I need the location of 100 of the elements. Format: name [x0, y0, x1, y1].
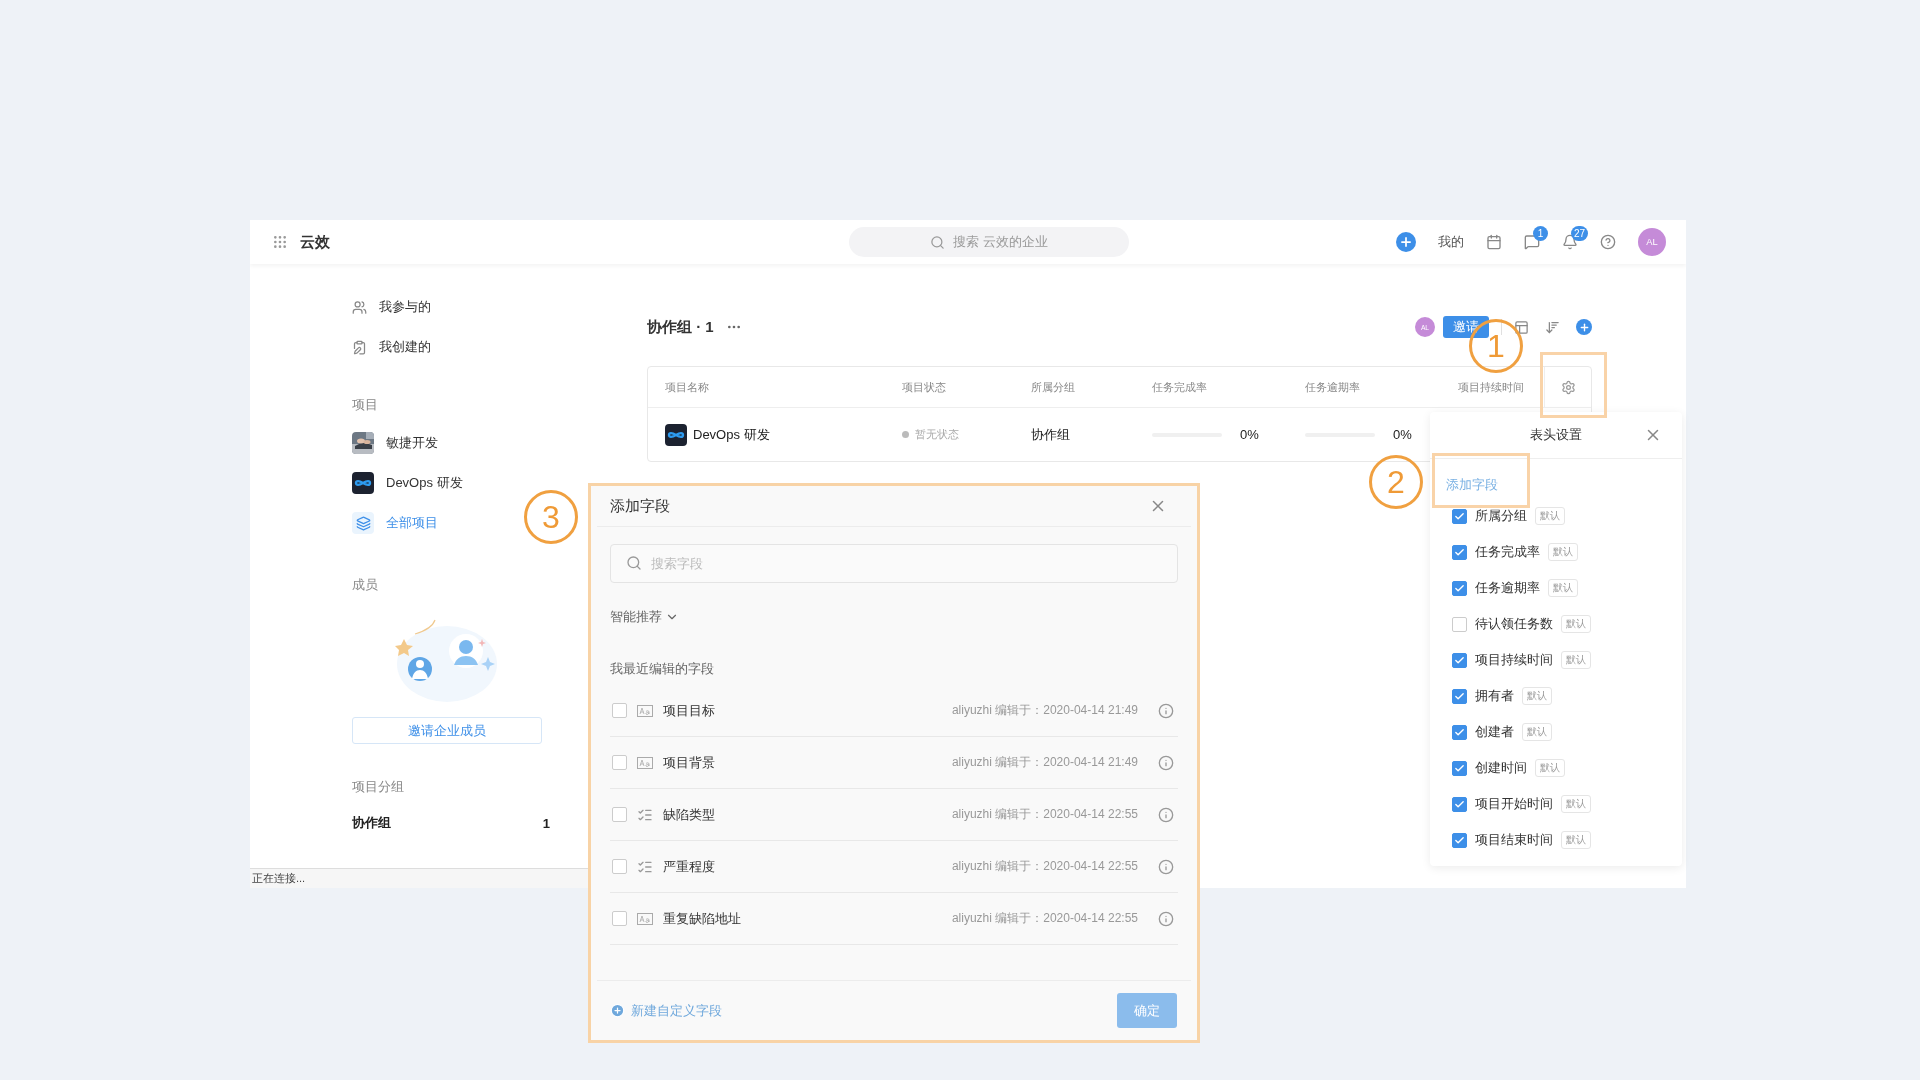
notification-badge: 1 — [1533, 226, 1548, 241]
sidebar-item[interactable]: 我参与的 — [379, 298, 431, 316]
checkbox[interactable] — [1452, 616, 1467, 632]
check-icon — [1454, 762, 1465, 774]
default-tag: 默认 — [1548, 543, 1578, 561]
info-icon[interactable] — [1158, 754, 1174, 771]
status-bar: 正在连接... — [250, 868, 590, 888]
checkbox[interactable] — [612, 911, 627, 926]
highlight-frame — [1540, 352, 1607, 418]
section-heading: 项目分组 — [352, 778, 405, 796]
project-item[interactable]: DevOps 研发 — [386, 474, 463, 492]
column-header: 任务完成率 — [1152, 379, 1208, 395]
checkbox[interactable] — [1452, 580, 1467, 596]
checkbox[interactable] — [612, 755, 627, 770]
plus-circle-icon — [610, 1003, 625, 1018]
search-field[interactable]: 搜索字段 — [610, 544, 1178, 583]
checkbox[interactable] — [1452, 652, 1467, 668]
section-heading: 项目 — [352, 396, 379, 414]
field-name: 项目目标 — [663, 701, 715, 720]
field-name: 项目背景 — [663, 753, 715, 772]
step-marker: 3 — [524, 490, 578, 544]
dialog-title: 添加字段 — [610, 496, 670, 516]
check-icon — [1454, 510, 1465, 522]
mine-link[interactable]: 我的 — [1438, 233, 1464, 251]
column-option: 项目结束时间 — [1475, 831, 1553, 849]
default-tag: 默认 — [1561, 651, 1591, 669]
table-cell-text: 协作组 — [1031, 425, 1071, 444]
default-tag: 默认 — [1535, 759, 1565, 777]
info-icon[interactable] — [1158, 858, 1174, 875]
search-icon — [930, 234, 946, 250]
default-tag: 默认 — [1561, 795, 1591, 813]
column-option: 所属分组 — [1475, 507, 1527, 525]
add-button[interactable] — [1396, 232, 1416, 252]
panel-title: 表头设置 — [1530, 426, 1582, 444]
checkbox[interactable] — [612, 703, 627, 718]
invite-members-button[interactable]: 邀请企业成员 — [352, 717, 542, 744]
column-header: 所属分组 — [1031, 379, 1076, 395]
checkbox[interactable] — [1452, 796, 1467, 812]
app-menu-icon[interactable] — [272, 234, 288, 250]
default-tag: 默认 — [1522, 687, 1552, 705]
edit-info: aliyuzhi 编辑于：2020-04-14 21:49 — [951, 702, 1138, 719]
check-icon — [1454, 726, 1465, 738]
status-dot — [902, 431, 909, 438]
calendar-icon[interactable] — [1486, 234, 1502, 250]
default-tag: 默认 — [1522, 723, 1552, 741]
group-count: 1 — [542, 815, 550, 831]
page-title: 协作组 · 1 — [647, 317, 714, 337]
checkbox[interactable] — [612, 807, 627, 822]
help-icon[interactable] — [1600, 234, 1616, 250]
column-header: 任务逾期率 — [1305, 379, 1361, 395]
edit-info: aliyuzhi 编辑于：2020-04-14 22:55 — [951, 806, 1138, 823]
info-icon[interactable] — [1158, 702, 1174, 719]
edit-info: aliyuzhi 编辑于：2020-04-14 21:49 — [951, 754, 1138, 771]
info-icon[interactable] — [1158, 806, 1174, 823]
check-icon — [1454, 798, 1465, 810]
plus-icon — [1399, 235, 1413, 249]
checkbox[interactable] — [1452, 688, 1467, 704]
search-icon — [626, 555, 642, 571]
layers-icon — [352, 512, 374, 534]
project-item[interactable]: 全部项目 — [386, 514, 438, 532]
check-icon — [1454, 690, 1465, 702]
checkbox[interactable] — [1452, 724, 1467, 740]
checkbox[interactable] — [1452, 760, 1467, 776]
layout-icon[interactable] — [1514, 319, 1529, 335]
checkbox[interactable] — [612, 859, 627, 874]
checkbox[interactable] — [1452, 544, 1467, 560]
column-option: 项目开始时间 — [1475, 795, 1553, 813]
checkbox[interactable] — [1452, 832, 1467, 848]
column-option: 项目持续时间 — [1475, 651, 1553, 669]
column-option: 待认领任务数 — [1475, 615, 1553, 633]
percent-text: 0% — [1240, 427, 1259, 442]
chat-icon[interactable] — [1524, 234, 1540, 250]
percent-text: 0% — [1393, 427, 1412, 442]
group-item[interactable]: 协作组 — [352, 814, 391, 832]
info-icon[interactable] — [1158, 910, 1174, 927]
column-header: 项目持续时间 — [1458, 379, 1525, 395]
settings-icon[interactable] — [1560, 379, 1576, 395]
notification-badge: 27 — [1571, 226, 1589, 241]
text-field-icon — [637, 756, 653, 769]
project-name[interactable]: DevOps 研发 — [693, 425, 770, 444]
infinity-icon — [352, 472, 374, 494]
people-icon — [352, 299, 367, 315]
check-icon — [1454, 654, 1465, 666]
sort-icon[interactable] — [1545, 319, 1560, 335]
step-marker: 2 — [1369, 455, 1423, 509]
default-tag: 默认 — [1535, 507, 1565, 525]
check-icon — [1454, 546, 1465, 558]
edit-info: aliyuzhi 编辑于：2020-04-14 22:55 — [951, 910, 1138, 927]
checkbox[interactable] — [1452, 508, 1467, 524]
column-header: 项目状态 — [902, 379, 947, 395]
section-heading: 我最近编辑的字段 — [610, 660, 715, 678]
add-button[interactable] — [1576, 319, 1592, 335]
default-tag: 默认 — [1548, 579, 1578, 597]
column-option: 创建者 — [1475, 723, 1514, 741]
project-item[interactable]: 敏捷开发 — [386, 434, 438, 452]
column-option: 创建时间 — [1475, 759, 1527, 777]
column-header: 项目名称 — [665, 379, 710, 395]
check-icon — [1454, 834, 1465, 846]
smart-recommend-toggle[interactable]: 智能推荐 — [610, 601, 679, 633]
sidebar-item[interactable]: 我创建的 — [379, 338, 431, 356]
